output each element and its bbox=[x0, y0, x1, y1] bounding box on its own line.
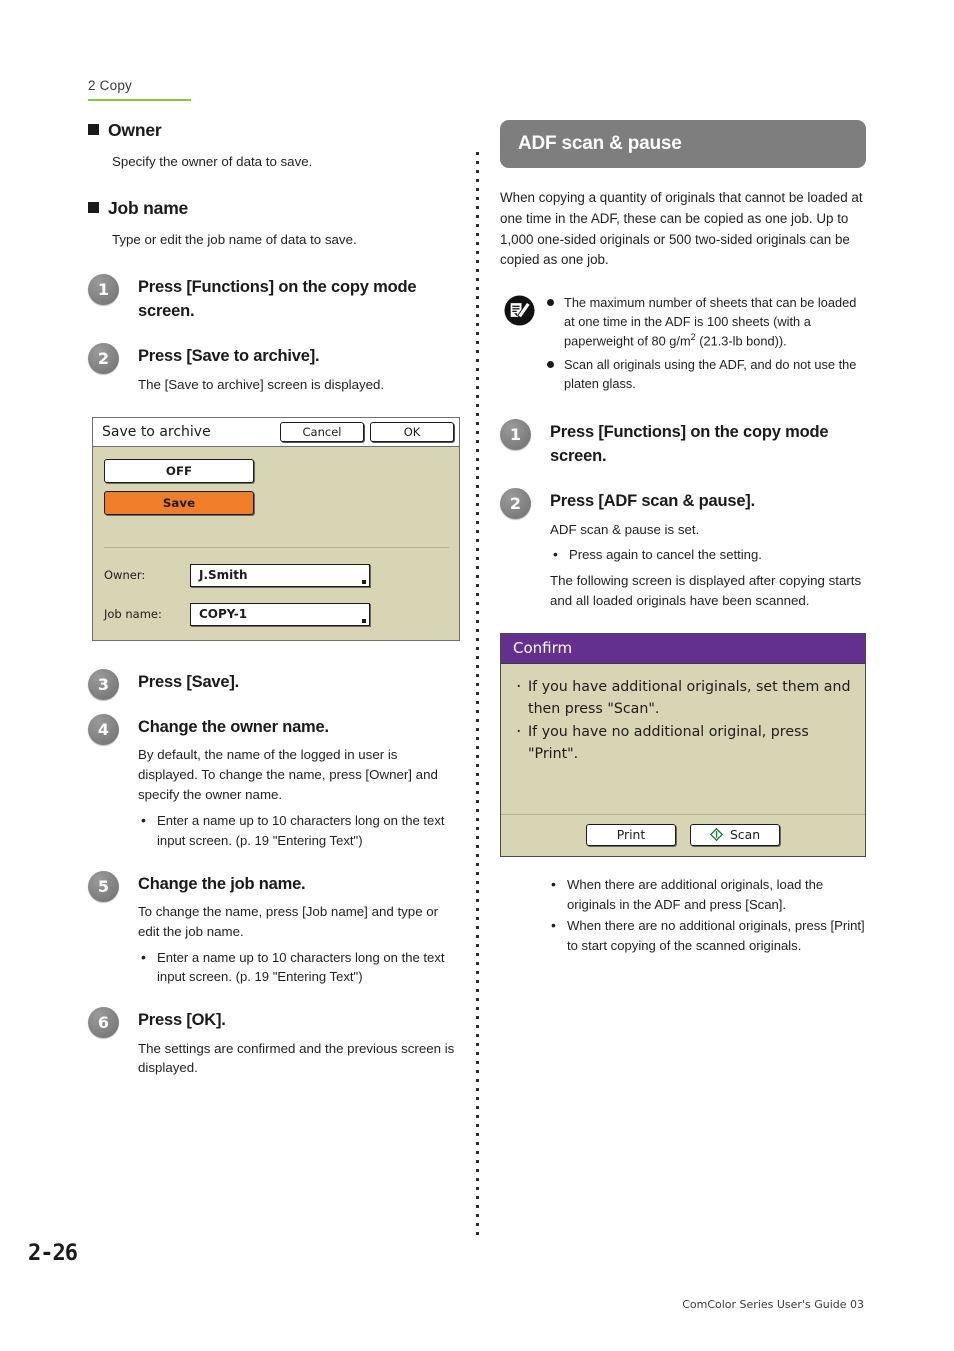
right-column: ADF scan & pause When copying a quantity… bbox=[500, 120, 866, 958]
owner-input[interactable]: J.Smith bbox=[190, 563, 370, 587]
step-title: Change the owner name. bbox=[138, 718, 329, 737]
step-number-badge: 5 bbox=[88, 870, 119, 902]
heading-owner: Owner bbox=[88, 120, 460, 141]
adf-step-2: 2 Press [ADF scan & pause]. ADF scan & p… bbox=[500, 488, 866, 611]
lcd-body: OFF Save Owner: J.Smith Job name: COPY-1 bbox=[93, 447, 459, 640]
note-list: The maximum number of sheets that can be… bbox=[545, 293, 866, 397]
note-item-text: Scan all originals using the ADF, and do… bbox=[564, 356, 857, 392]
confirm-footer: Print Scan bbox=[501, 813, 865, 856]
job-name-field-label: Job name: bbox=[104, 607, 162, 622]
adf-after-bullets: When there are additional originals, loa… bbox=[548, 874, 866, 956]
step-title: Change the job name. bbox=[138, 874, 306, 893]
step-title: Press [ADF scan & pause]. bbox=[550, 492, 755, 511]
step-description: By default, the name of the logged in us… bbox=[138, 747, 438, 803]
step-number-badge: 4 bbox=[88, 714, 119, 746]
confirm-message: If you have no additional original, pres… bbox=[515, 719, 851, 765]
step-bullets: Enter a name up to 10 characters long on… bbox=[138, 947, 460, 987]
step-description: The [Save to archive] screen is displaye… bbox=[138, 376, 385, 392]
owner-field-label: Owner: bbox=[104, 568, 146, 583]
note-item: Scan all originals using the ADF, and do… bbox=[545, 355, 866, 393]
after-bullet: When there are additional originals, loa… bbox=[548, 874, 866, 914]
square-bullet-icon bbox=[88, 124, 99, 135]
ok-button[interactable]: OK bbox=[370, 421, 454, 442]
note-pencil-icon bbox=[504, 295, 535, 326]
step-description-2: The following screen is displayed after … bbox=[550, 573, 862, 609]
print-button-label: Print bbox=[616, 827, 646, 843]
step-bullets: Press again to cancel the setting. bbox=[550, 544, 866, 565]
step-bullet: Enter a name up to 10 characters long on… bbox=[138, 810, 460, 850]
lcd-title: Save to archive bbox=[102, 423, 211, 440]
job-name-field-row: Job name: COPY-1 bbox=[104, 602, 459, 626]
page-number: 2-26 bbox=[28, 1241, 78, 1266]
confirm-message-list: If you have additional originals, set th… bbox=[515, 674, 851, 765]
manual-page: 2 Copy Owner Specify the owner of data t… bbox=[0, 0, 954, 1351]
save-to-archive-screen: Save to archive Cancel OK OFF Save Owner… bbox=[92, 416, 460, 641]
step-title: Press [Functions] on the copy mode scree… bbox=[138, 278, 417, 320]
heading-job-name: Job name bbox=[88, 198, 460, 219]
scan-button[interactable]: Scan bbox=[690, 823, 780, 846]
note-box: The maximum number of sheets that can be… bbox=[504, 293, 866, 397]
heading-job-name-label: Job name bbox=[108, 198, 189, 219]
step-bullets: Enter a name up to 10 characters long on… bbox=[138, 810, 460, 850]
step-title: Press [OK]. bbox=[138, 1011, 226, 1030]
adf-step-1: 1 Press [Functions] on the copy mode scr… bbox=[500, 419, 866, 468]
step-title: Press [Save to archive]. bbox=[138, 347, 320, 366]
step-2: 2 Press [Save to archive]. The [Save to … bbox=[88, 343, 460, 394]
cancel-button[interactable]: Cancel bbox=[280, 421, 364, 442]
step-number-badge: 6 bbox=[88, 1007, 119, 1039]
lcd-separator bbox=[104, 546, 449, 548]
lcd-titlebar: Save to archive Cancel OK bbox=[93, 417, 459, 447]
step-title: Press [Functions] on the copy mode scree… bbox=[550, 423, 829, 465]
step-description: ADF scan & pause is set. bbox=[550, 521, 700, 537]
step-number-badge: 2 bbox=[500, 488, 531, 520]
step-1: 1 Press [Functions] on the copy mode scr… bbox=[88, 274, 460, 323]
step-title: Press [Save]. bbox=[138, 672, 240, 691]
running-head: 2 Copy bbox=[88, 78, 132, 93]
confirm-titlebar: Confirm bbox=[501, 633, 865, 664]
print-button[interactable]: Print bbox=[586, 823, 676, 846]
option-save-button[interactable]: Save bbox=[104, 490, 254, 515]
confirm-body: If you have additional originals, set th… bbox=[501, 664, 865, 814]
owner-description: Specify the owner of data to save. bbox=[112, 154, 313, 169]
job-name-input[interactable]: COPY-1 bbox=[190, 602, 370, 626]
square-bullet-icon bbox=[88, 202, 99, 214]
step-6: 6 Press [OK]. The settings are confirmed… bbox=[88, 1007, 460, 1078]
step-number-badge: 1 bbox=[500, 419, 531, 451]
scan-button-label: Scan bbox=[729, 827, 761, 843]
step-number-badge: 3 bbox=[88, 668, 119, 700]
step-description: The settings are confirmed and the previ… bbox=[138, 1040, 455, 1076]
step-4: 4 Change the owner name. By default, the… bbox=[88, 714, 460, 851]
after-bullet: When there are no additional originals, … bbox=[548, 915, 866, 955]
scan-diamond-icon bbox=[709, 828, 724, 842]
step-3: 3 Press [Save]. bbox=[88, 668, 460, 700]
heading-owner-label: Owner bbox=[108, 120, 162, 140]
step-number-badge: 1 bbox=[88, 274, 119, 306]
section-intro: When copying a quantity of originals tha… bbox=[500, 190, 863, 268]
step-5: 5 Change the job name. To change the nam… bbox=[88, 870, 460, 988]
section-banner: ADF scan & pause bbox=[500, 120, 866, 168]
note-item: The maximum number of sheets that can be… bbox=[545, 293, 866, 351]
owner-field-row: Owner: J.Smith bbox=[104, 563, 459, 587]
job-name-description: Type or edit the job name of data to sav… bbox=[112, 232, 357, 248]
note-item-text-tail: (21.3-lb bond)). bbox=[695, 333, 787, 349]
left-column: Owner Specify the owner of data to save.… bbox=[88, 120, 460, 1100]
step-number-badge: 2 bbox=[88, 343, 119, 375]
confirm-screen: Confirm If you have additional originals… bbox=[500, 632, 866, 857]
option-off-button[interactable]: OFF bbox=[104, 458, 254, 483]
step-description: To change the name, press [Job name] and… bbox=[138, 903, 439, 939]
guide-title: ComColor Series User's Guide 03 bbox=[682, 1298, 864, 1311]
running-head-rule bbox=[88, 99, 191, 101]
step-bullet: Enter a name up to 10 characters long on… bbox=[138, 947, 460, 987]
column-divider bbox=[476, 152, 479, 1237]
confirm-message: If you have additional originals, set th… bbox=[515, 674, 851, 720]
step-bullet: Press again to cancel the setting. bbox=[550, 544, 866, 565]
